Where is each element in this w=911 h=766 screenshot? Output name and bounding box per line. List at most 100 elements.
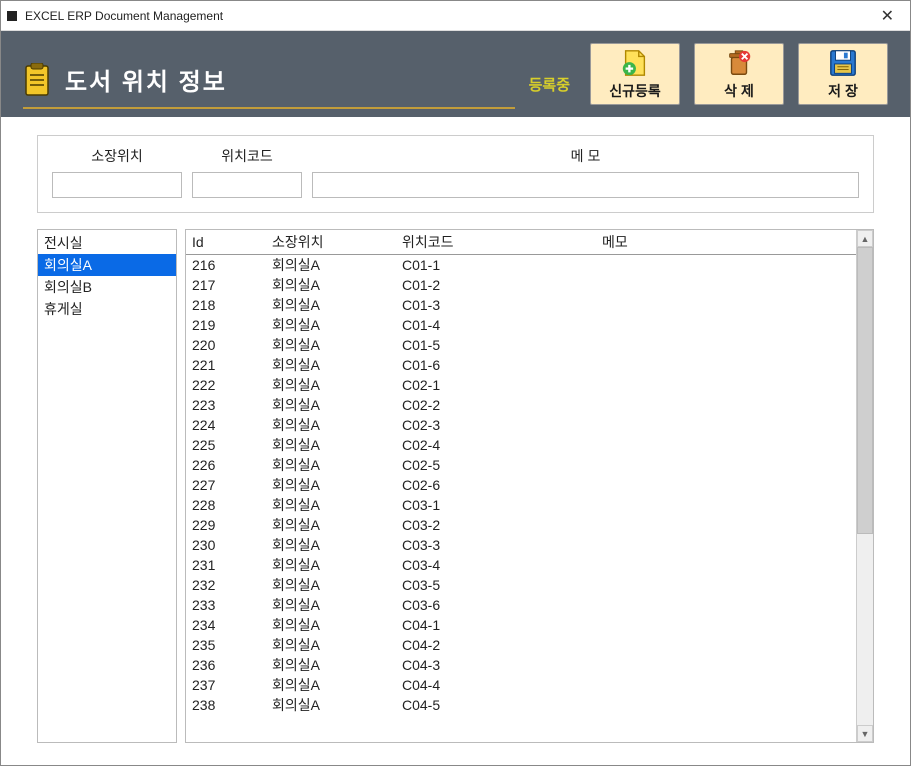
table-row[interactable]: 230회의실AC03-3 [186,535,856,555]
cell-code: C01-1 [396,255,596,276]
table-row[interactable]: 233회의실AC03-6 [186,595,856,615]
table-row[interactable]: 223회의실AC02-2 [186,395,856,415]
cell-memo [596,355,856,375]
clipboard-icon [23,63,51,97]
sidebar-item[interactable]: 회의실B [38,276,176,298]
filter-location-label: 소장위치 [91,146,143,166]
floppy-icon [828,48,858,78]
cell-id: 227 [186,475,266,495]
table-row[interactable]: 224회의실AC02-3 [186,415,856,435]
data-table-scroll: Id 소장위치 위치코드 메모 216회의실AC01-1217회의실AC01-2… [186,230,856,742]
table-row[interactable]: 236회의실AC04-3 [186,655,856,675]
page-title: 도서 위치 정보 [65,62,227,97]
cell-id: 220 [186,335,266,355]
header-left: 도서 위치 정보 [23,62,515,109]
filter-code-label: 위치코드 [221,146,273,166]
vertical-scrollbar[interactable]: ▲ ▼ [856,230,873,742]
cell-location: 회의실A [266,695,396,715]
scroll-up-button[interactable]: ▲ [857,230,873,247]
close-button[interactable]: ✕ [871,4,904,28]
cell-location: 회의실A [266,275,396,295]
table-row[interactable]: 216회의실AC01-1 [186,255,856,276]
cell-code: C02-3 [396,415,596,435]
table-row[interactable]: 222회의실AC02-1 [186,375,856,395]
table-row[interactable]: 234회의실AC04-1 [186,615,856,635]
table-row[interactable]: 235회의실AC04-2 [186,635,856,655]
cell-code: C03-5 [396,575,596,595]
new-button[interactable]: 신규등록 [590,43,680,105]
sidebar-item[interactable]: 전시실 [38,232,176,254]
sidebar-item[interactable]: 휴게실 [38,298,176,320]
table-row[interactable]: 220회의실AC01-5 [186,335,856,355]
new-document-icon [620,48,650,78]
cell-code: C01-4 [396,315,596,335]
cell-location: 회의실A [266,655,396,675]
table-row[interactable]: 217회의실AC01-2 [186,275,856,295]
cell-location: 회의실A [266,515,396,535]
scroll-thumb[interactable] [857,247,873,534]
data-table-wrap: Id 소장위치 위치코드 메모 216회의실AC01-1217회의실AC01-2… [185,229,874,743]
cell-memo [596,475,856,495]
filter-memo-input[interactable] [312,172,859,198]
scroll-down-button[interactable]: ▼ [857,725,873,742]
cell-code: C04-5 [396,695,596,715]
save-button-label: 저 장 [828,81,858,101]
cell-memo [596,415,856,435]
header-band: 도서 위치 정보 등록중 신규등록 삭 제 [1,31,910,117]
cell-id: 235 [186,635,266,655]
cell-id: 234 [186,615,266,635]
cell-code: C04-3 [396,655,596,675]
table-row[interactable]: 226회의실AC02-5 [186,455,856,475]
cell-id: 225 [186,435,266,455]
app-window: EXCEL ERP Document Management ✕ 도서 위치 정보… [0,0,911,766]
cell-memo [596,335,856,355]
table-row[interactable]: 219회의실AC01-4 [186,315,856,335]
table-row[interactable]: 231회의실AC03-4 [186,555,856,575]
table-row[interactable]: 238회의실AC04-5 [186,695,856,715]
col-header-id[interactable]: Id [186,230,266,255]
cell-memo [596,295,856,315]
table-row[interactable]: 237회의실AC04-4 [186,675,856,695]
cell-id: 224 [186,415,266,435]
cell-id: 238 [186,695,266,715]
save-button[interactable]: 저 장 [798,43,888,105]
cell-memo [596,435,856,455]
table-row[interactable]: 229회의실AC03-2 [186,515,856,535]
col-header-code[interactable]: 위치코드 [396,230,596,255]
cell-location: 회의실A [266,635,396,655]
filter-memo-label: 메 모 [571,146,601,166]
col-header-memo[interactable]: 메모 [596,230,856,255]
cell-code: C02-6 [396,475,596,495]
cell-id: 232 [186,575,266,595]
cell-id: 223 [186,395,266,415]
table-row[interactable]: 227회의실AC02-6 [186,475,856,495]
cell-id: 218 [186,295,266,315]
filter-panel: 소장위치 위치코드 메 모 [1,117,910,221]
scroll-track[interactable] [857,247,873,725]
table-row[interactable]: 221회의실AC01-6 [186,355,856,375]
cell-location: 회의실A [266,435,396,455]
filter-code-input[interactable] [192,172,302,198]
cell-id: 231 [186,555,266,575]
cell-memo [596,695,856,715]
cell-memo [596,555,856,575]
cell-location: 회의실A [266,455,396,475]
table-row[interactable]: 228회의실AC03-1 [186,495,856,515]
cell-memo [596,615,856,635]
cell-id: 226 [186,455,266,475]
cell-code: C04-4 [396,675,596,695]
new-button-label: 신규등록 [609,81,661,101]
table-row[interactable]: 225회의실AC02-4 [186,435,856,455]
filter-location-input[interactable] [52,172,182,198]
col-header-location[interactable]: 소장위치 [266,230,396,255]
cell-memo [596,535,856,555]
location-list[interactable]: 전시실회의실A회의실B휴게실 [37,229,177,743]
table-row[interactable]: 232회의실AC03-5 [186,575,856,595]
cell-location: 회의실A [266,535,396,555]
delete-button[interactable]: 삭 제 [694,43,784,105]
sidebar-item[interactable]: 회의실A [38,254,176,276]
cell-location: 회의실A [266,255,396,276]
cell-code: C03-2 [396,515,596,535]
cell-location: 회의실A [266,595,396,615]
table-row[interactable]: 218회의실AC01-3 [186,295,856,315]
